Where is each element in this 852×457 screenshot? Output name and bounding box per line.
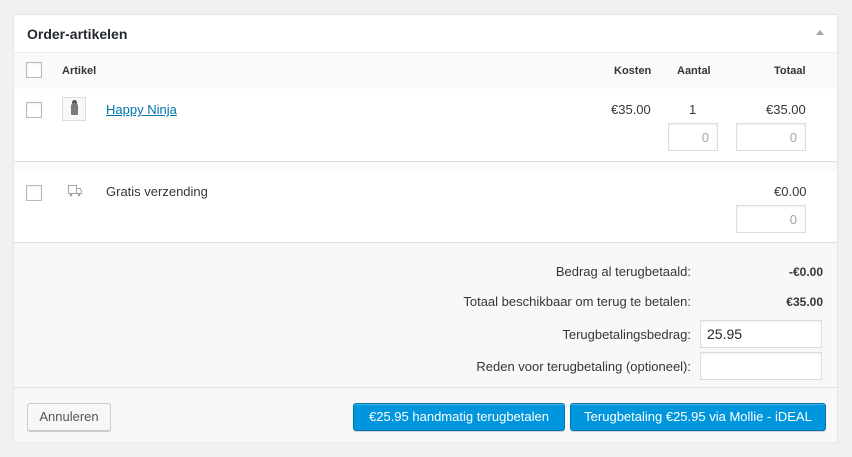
line-item-qty: 1 — [689, 102, 697, 117]
product-thumbnail[interactable] — [62, 97, 86, 121]
refund-line-total-input[interactable]: 0 — [736, 123, 806, 151]
product-name-link[interactable]: Happy Ninja — [106, 102, 177, 117]
line-item-checkbox[interactable] — [26, 102, 42, 118]
mollie-refund-button[interactable]: Terugbetaling €25.95 via Mollie - iDEAL — [570, 403, 826, 431]
thumbnail-figure-body — [71, 103, 78, 115]
column-header-qty: Aantal — [677, 65, 711, 77]
line-item-cost: €35.00 — [611, 102, 651, 117]
refund-qty-input[interactable]: 0 — [668, 123, 718, 151]
shipping-checkbox[interactable] — [26, 185, 42, 201]
refunded-amount-label: Bedrag al terugbetaald: — [555, 264, 691, 279]
available-amount-value: €35.00 — [786, 295, 823, 309]
refund-amount-input[interactable]: 25.95 — [700, 320, 822, 348]
panel-header: Order-artikelen — [14, 15, 837, 53]
line-item-total: €35.00 — [766, 102, 806, 117]
actions-divider — [14, 387, 837, 388]
shipping-total: €0.00 — [774, 184, 807, 199]
select-all-checkbox[interactable] — [26, 62, 42, 78]
truck-icon — [68, 185, 82, 197]
refund-reason-input[interactable] — [700, 352, 822, 380]
column-header-total: Totaal — [774, 65, 806, 77]
refund-shipping-total-input[interactable]: 0 — [736, 205, 806, 233]
column-header-item: Artikel — [62, 65, 97, 77]
row-divider — [14, 161, 837, 171]
manual-refund-button[interactable]: €25.95 handmatig terugbetalen — [353, 403, 565, 431]
available-amount-label: Totaal beschikbaar om terug te betalen: — [463, 294, 691, 309]
cancel-button[interactable]: Annuleren — [27, 403, 111, 431]
column-header-cost: Kosten — [614, 65, 652, 77]
items-table-header: Artikel Kosten Aantal Totaal — [14, 53, 837, 89]
refunded-amount-value: -€0.00 — [788, 265, 823, 279]
shipping-name: Gratis verzending — [106, 184, 208, 199]
refund-amount-label: Terugbetalingsbedrag: — [562, 327, 691, 342]
collapse-toggle-icon[interactable] — [816, 30, 824, 35]
refund-reason-label: Reden voor terugbetaling (optioneel): — [476, 359, 691, 374]
panel-title: Order-artikelen — [27, 26, 128, 42]
order-items-panel: Order-artikelen Artikel Kosten Aantal To… — [13, 14, 838, 442]
